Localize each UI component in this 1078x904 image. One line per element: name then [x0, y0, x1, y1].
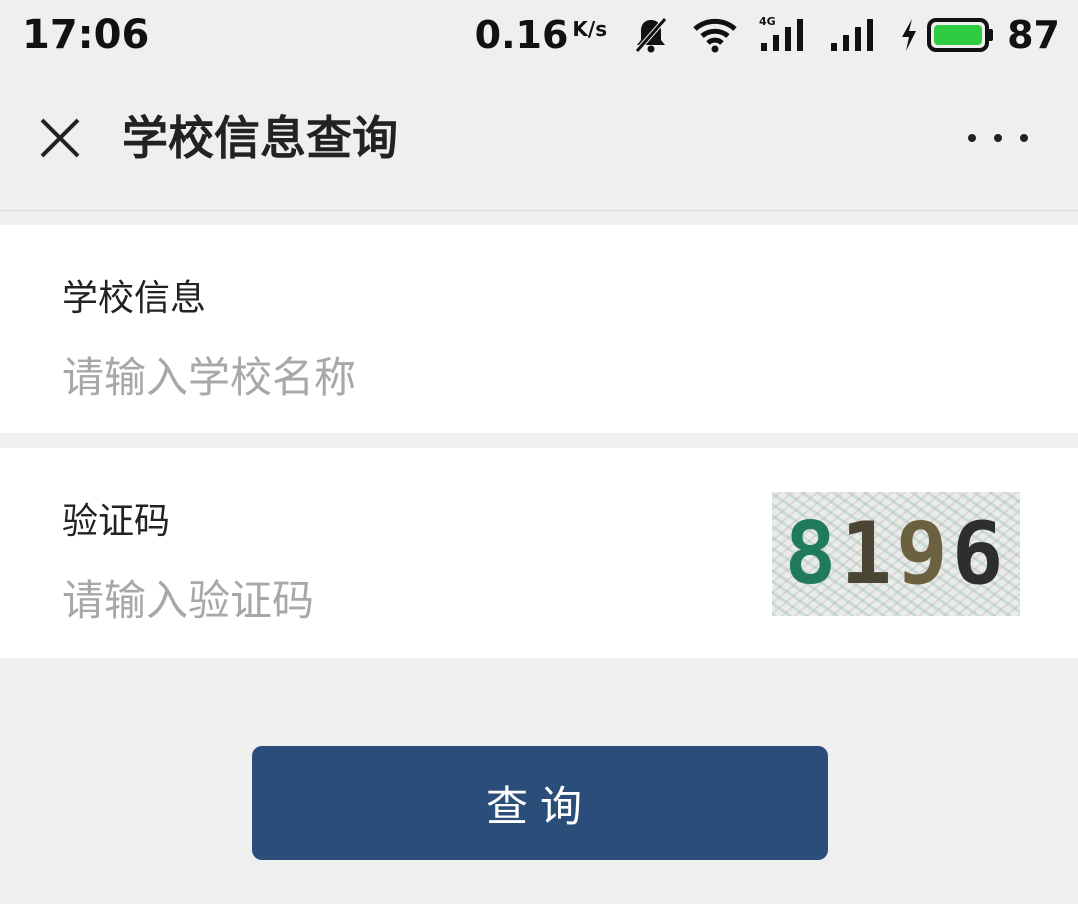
net-speed-unit: K/s	[572, 17, 608, 41]
captcha-input[interactable]	[62, 572, 702, 628]
wifi-icon	[693, 17, 737, 53]
close-icon	[40, 118, 80, 158]
status-icons: 0.16 K/s 4G 87	[475, 10, 1060, 60]
captcha-code: 8196	[784, 504, 1007, 604]
battery-icon	[927, 17, 995, 53]
more-icon-dot	[1020, 134, 1028, 142]
charging-icon	[899, 17, 919, 53]
school-info-label: 学校信息	[62, 278, 207, 319]
battery-percent: 87	[1007, 13, 1060, 57]
page-title: 学校信息查询	[122, 111, 398, 165]
captcha-image[interactable]: 8196	[772, 492, 1020, 616]
signal-icon	[831, 15, 877, 55]
status-bar: 17:06 0.16 K/s 4G 87	[0, 0, 1078, 70]
query-button[interactable]: 查询	[252, 746, 828, 860]
captcha-digit: 6	[951, 504, 1008, 604]
close-button[interactable]	[36, 114, 84, 162]
mute-bell-icon	[631, 15, 671, 55]
nav-bar: 学校信息查询	[0, 70, 1078, 211]
more-icon-dot	[994, 134, 1002, 142]
network-type-label: 4G	[759, 15, 776, 28]
captcha-digit: 9	[896, 504, 952, 604]
captcha-digit: 8	[784, 504, 841, 604]
school-name-input[interactable]	[62, 349, 962, 405]
school-info-card: 学校信息	[0, 225, 1078, 433]
captcha-digit: 1	[840, 504, 896, 604]
captcha-label: 验证码	[62, 501, 171, 542]
more-icon-dot	[968, 134, 976, 142]
captcha-card: 验证码 8196	[0, 448, 1078, 658]
signal-4g-icon: 4G	[759, 15, 809, 55]
net-speed: 0.16	[474, 13, 569, 57]
status-time: 17:06	[22, 12, 150, 58]
more-button[interactable]	[968, 128, 1028, 148]
